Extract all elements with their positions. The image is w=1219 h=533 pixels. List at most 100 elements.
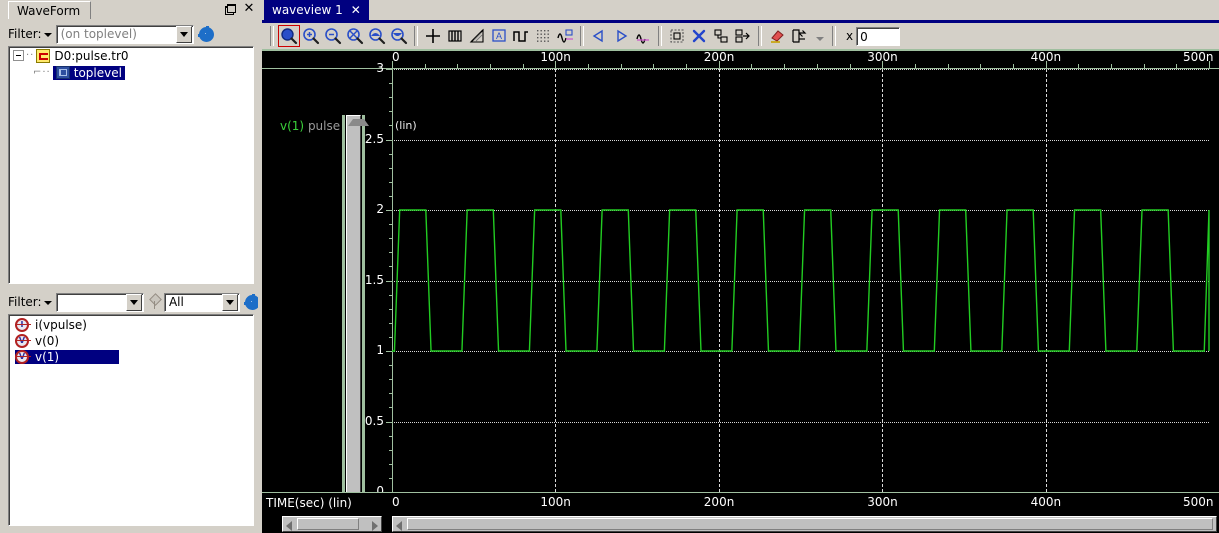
close-icon[interactable]: ✕	[242, 2, 256, 16]
list-item[interactable]: I i(vpulse)	[9, 317, 253, 333]
x-tick-label: 0	[392, 495, 400, 509]
signal-scope-dropdown-button[interactable]	[222, 293, 239, 311]
tree-connector: ⌐··	[33, 67, 51, 78]
toolbar-separator	[658, 26, 662, 46]
ungroup-button[interactable]	[732, 25, 754, 47]
top-filter-label: Filter:	[8, 27, 42, 41]
filter-dropdown-caret-icon[interactable]	[43, 301, 52, 305]
x-axis-title: TIME(sec) (lin)	[266, 496, 352, 510]
top-filter-input[interactable]: (on toplevel)	[57, 27, 176, 41]
x-tick-label: 100n	[540, 50, 571, 64]
top-filter-row: Filter: (on toplevel)	[0, 22, 260, 46]
group-button[interactable]	[710, 25, 732, 47]
x-tick-label: 300n	[867, 50, 898, 64]
tree-item-label: D0:pulse.tr0	[54, 48, 129, 63]
design-tree[interactable]: ·· D0:pulse.tr0 ⌐·· toplevel	[8, 46, 254, 284]
waveview-tabstrip: waveview 1 ✕	[262, 0, 1219, 20]
voltage-signal-icon: V	[15, 334, 31, 348]
x-tick-label: 500n	[1183, 495, 1214, 509]
filter-dropdown-caret-icon[interactable]	[43, 33, 52, 37]
tab-waveview-1[interactable]: waveview 1 ✕	[264, 0, 369, 20]
previous-button[interactable]	[588, 25, 610, 47]
panel-layout-button[interactable]	[788, 25, 810, 47]
bottom-scroll-row	[262, 515, 1219, 533]
close-icon[interactable]: ✕	[351, 3, 361, 17]
tree-item-toplevel[interactable]: ⌐·· toplevel	[9, 64, 253, 81]
x-cursor-label: x	[846, 29, 854, 43]
toolbar-separator	[758, 26, 762, 46]
signal-label: i(vpulse)	[35, 318, 87, 332]
scroll-left-arrow-icon[interactable]	[286, 521, 292, 531]
toolbar-separator	[270, 26, 274, 46]
waveform-file-icon	[36, 48, 51, 63]
x-tick-label: 400n	[1030, 50, 1062, 64]
x-tick-label: 0	[392, 50, 400, 64]
module-icon	[55, 66, 70, 79]
signal-label: v(0)	[35, 334, 60, 348]
bottom-filter-label: Filter:	[8, 295, 42, 309]
toolbar-overflow-caret-icon[interactable]	[816, 37, 824, 41]
zoom-area-button[interactable]	[344, 25, 366, 47]
list-item[interactable]: V v(0)	[9, 333, 253, 349]
x-tick-label: 200n	[703, 50, 735, 64]
next-button[interactable]	[610, 25, 632, 47]
tree-item-label: toplevel	[73, 65, 122, 80]
waveform-marker-button[interactable]	[632, 25, 654, 47]
zoom-x-button[interactable]	[366, 25, 388, 47]
measure-slope-button[interactable]	[466, 25, 488, 47]
list-item[interactable]: V v(1)	[9, 349, 253, 365]
waveview-panel: waveview 1 ✕ A x 0 v(1) pulse (lin) 0 10…	[262, 0, 1219, 533]
delete-button[interactable]	[688, 25, 710, 47]
toolbar-separator	[580, 26, 584, 46]
signal-label: v(1)	[35, 350, 60, 364]
signal-list[interactable]: I i(vpulse) V v(0) V v(1)	[8, 314, 254, 526]
top-filter-combo[interactable]: (on toplevel)	[55, 24, 194, 44]
x-tick-label: 400n	[1030, 495, 1062, 509]
tab-label: waveview 1	[272, 3, 343, 17]
signal-filter-dropdown-button[interactable]	[125, 293, 142, 311]
top-x-axis	[262, 51, 1219, 69]
pin-icon[interactable]	[148, 294, 160, 310]
x-tick-label: 300n	[867, 495, 898, 509]
zoom-out-button[interactable]	[322, 25, 344, 47]
scrollbar-thumb[interactable]	[297, 518, 359, 530]
waveview-toolbar: A x 0	[262, 23, 1219, 49]
waveform-panel-tab[interactable]: WaveForm	[8, 1, 92, 19]
tree-item-dataset[interactable]: ·· D0:pulse.tr0	[9, 47, 253, 64]
gear-icon[interactable]	[197, 25, 214, 42]
zoom-fit-button[interactable]	[278, 25, 300, 47]
waveform-trace	[392, 209, 1210, 352]
plot-horizontal-scrollbar[interactable]	[392, 516, 1217, 532]
signal-trace-v1	[392, 209, 1210, 352]
tree-connector: ··	[26, 50, 35, 61]
annotate-text-button[interactable]: A	[488, 25, 510, 47]
signal-scope-combo[interactable]: All	[163, 292, 241, 312]
scrollbar-thumb[interactable]	[407, 518, 1213, 530]
waveform-plot[interactable]: v(1) pulse (lin) 0 100n 200n 300n 400n 500n 0…	[262, 49, 1219, 515]
signal-filter-combo[interactable]	[55, 292, 144, 312]
restore-icon[interactable]	[222, 2, 236, 16]
current-signal-icon: I	[15, 318, 31, 332]
grid-toggle-button[interactable]	[532, 25, 554, 47]
tree-expander-icon[interactable]	[13, 50, 24, 61]
digital-waveform-button[interactable]	[510, 25, 532, 47]
zoom-y-button[interactable]	[388, 25, 410, 47]
scroll-left-arrow-icon[interactable]	[396, 521, 402, 531]
cursor-crosshair-button[interactable]	[422, 25, 444, 47]
svg-text:A: A	[496, 31, 502, 41]
erase-button[interactable]	[766, 25, 788, 47]
waveform-browser-panel: WaveForm ✕ Filter: (on toplevel) ·· D0:p…	[0, 0, 260, 533]
select-region-button[interactable]	[666, 25, 688, 47]
bottom-x-axis: TIME(sec) (lin) 0 100n 200n 300n 400n 500n	[262, 493, 1219, 515]
voltage-signal-icon: V	[15, 350, 31, 364]
add-waveform-button[interactable]	[554, 25, 576, 47]
scroll-right-arrow-icon[interactable]	[372, 521, 378, 531]
signal-scope-value[interactable]: All	[165, 295, 223, 309]
panel-horizontal-scrollbar[interactable]	[282, 516, 382, 532]
x-cursor-input[interactable]: 0	[856, 26, 901, 46]
top-filter-dropdown-button[interactable]	[175, 25, 192, 43]
bottom-filter-row: Filter: All	[0, 290, 260, 314]
vertical-bars-button[interactable]	[444, 25, 466, 47]
zoom-in-button[interactable]	[300, 25, 322, 47]
toolbar-separator	[414, 26, 418, 46]
